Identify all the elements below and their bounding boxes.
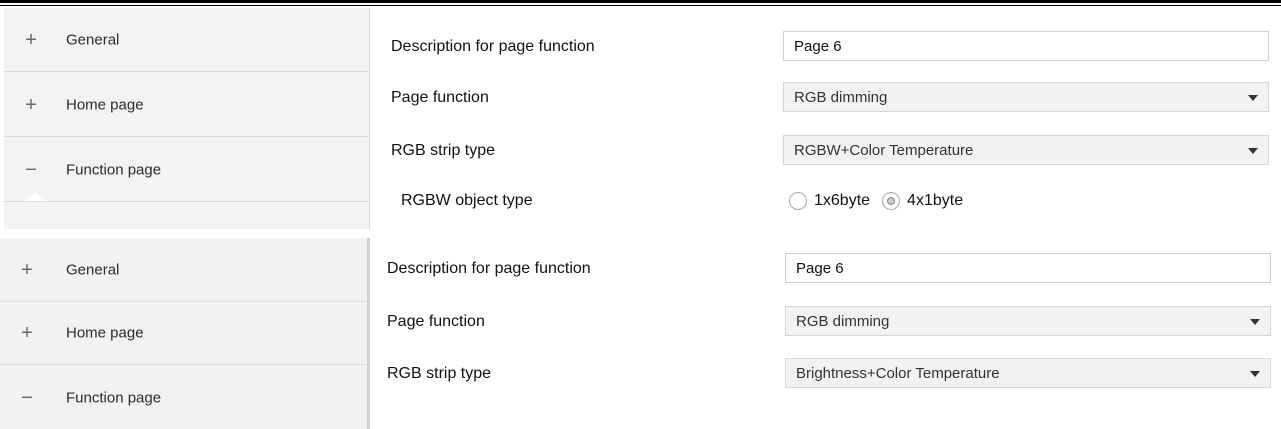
collapse-icon: − [21,387,33,409]
sidebar-item-label: Function page [66,389,162,407]
sidebar: + General + Home page − Function page [4,8,370,229]
sidebar-item-label: Home page [66,96,144,113]
strip-type-value: Brightness+Color Temperature [796,365,1000,382]
dropdown-arrow-icon [1248,95,1258,101]
sidebar-item-label: Home page [66,324,144,341]
expand-icon: + [21,258,33,281]
sidebar-item-home-page[interactable]: + Home page [4,73,369,137]
parameter-form: Description for page function Page 6 Pag… [371,8,1281,229]
sidebar-item-label: Function page [66,161,162,178]
row-strip-type: RGB strip type Brightness+Color Temperat… [373,355,1281,393]
radio-label: 1x6byte [814,192,871,209]
page-function-select[interactable]: RGB dimming [785,306,1271,336]
top-border-thin [0,5,1281,6]
parameter-form: Description for page function Page 6 Pag… [373,238,1281,429]
radio-label: 4x1byte [907,192,964,209]
strip-type-label: RGB strip type [387,365,492,382]
radio-button[interactable] [789,192,807,210]
row-page-function: Page function RGB dimming [371,79,1281,117]
strip-type-label: RGB strip type [391,142,496,159]
top-border [0,0,1281,3]
description-input[interactable]: Page 6 [785,253,1271,283]
page-function-label: Page function [387,313,485,330]
row-page-function: Page function RGB dimming [373,303,1281,341]
expand-icon: + [21,321,33,344]
page-function-value: RGB dimming [794,89,888,106]
strip-type-value: RGBW+Color Temperature [794,142,974,159]
row-description: Description for page function Page 6 [371,28,1281,66]
sidebar-item-label: General [66,31,120,48]
row-strip-type: RGB strip type RGBW+Color Temperature [371,132,1281,170]
selection-notch [26,192,44,201]
description-input[interactable]: Page 6 [783,31,1269,61]
sidebar-item-home-page[interactable]: + Home page [0,301,367,365]
sidebar: + General + Home page − Function page [0,238,370,429]
description-label: Description for page function [387,260,591,277]
strip-type-select[interactable]: Brightness+Color Temperature [785,358,1271,388]
dropdown-arrow-icon [1250,319,1260,325]
collapse-icon: − [25,158,37,181]
sidebar-item-label: General [66,261,120,278]
row-description: Description for page function Page 6 [373,250,1281,288]
sidebar-item-general[interactable]: + General [0,238,367,302]
sidebar-item-function-page[interactable]: − Function page [0,366,367,429]
description-label: Description for page function [391,38,595,55]
settings-panel-brightness: + General + Home page − Function page De… [0,238,1281,429]
sidebar-item-general[interactable]: + General [4,8,369,72]
expand-icon: + [25,93,37,116]
sidebar-item-function-page[interactable]: − Function page [4,138,369,202]
settings-panel-rgbw: + General + Home page − Function page De… [0,8,1281,229]
object-type-label: RGBW object type [401,192,533,209]
radio-button-selected[interactable] [882,192,901,210]
radio-option-4x1byte[interactable]: 4x1byte [882,192,963,210]
dropdown-arrow-icon [1248,148,1258,154]
expand-icon: + [25,28,37,51]
row-object-type: RGBW object type 1x6byte 4x1byte [371,182,1281,220]
strip-type-select[interactable]: RGBW+Color Temperature [783,135,1269,165]
radio-option-1x6byte[interactable]: 1x6byte [789,192,870,210]
page-function-label: Page function [391,89,489,106]
dropdown-arrow-icon [1250,371,1260,377]
object-type-radio-group: 1x6byte 4x1byte [789,192,971,210]
page-function-value: RGB dimming [796,313,890,330]
page-function-select[interactable]: RGB dimming [783,82,1269,112]
